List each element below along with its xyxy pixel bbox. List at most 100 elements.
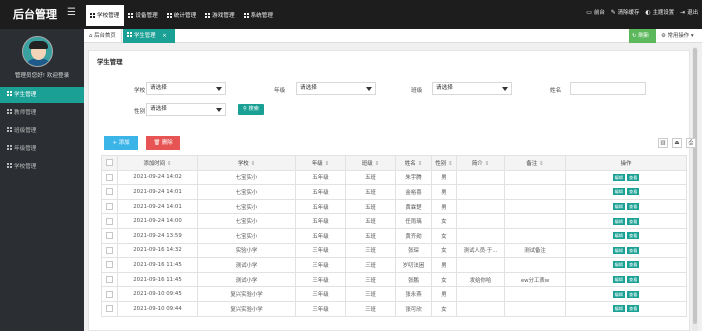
edit-button[interactable]: 编辑	[612, 276, 625, 284]
cell-time: 2021-09-10 09:45	[117, 286, 198, 302]
view-button[interactable]: 查看	[627, 173, 640, 181]
menu-toggle-icon[interactable]: ☰	[67, 7, 76, 18]
front-link[interactable]: ▭ 前台	[586, 8, 604, 17]
search-button[interactable]: ⚲ 搜索	[238, 104, 264, 115]
view-button[interactable]: 查看	[627, 246, 640, 254]
common-ops-dropdown[interactable]: ⚙ 常用操作 ▾	[658, 29, 702, 43]
scrollbar-thumb[interactable]	[693, 48, 697, 324]
edit-button[interactable]: 编辑	[612, 203, 625, 211]
view-button[interactable]: 查看	[627, 217, 640, 225]
sidebar-item-classes[interactable]: 班级管理	[0, 123, 84, 139]
cell-cls: 三班	[345, 271, 396, 288]
cell-actions: 编辑 查看	[565, 213, 687, 229]
sort-icon: ⇕	[539, 160, 544, 167]
cell-note	[504, 227, 566, 244]
cell-grade: 五年级	[295, 169, 346, 186]
cell-note: ew分工表w	[504, 271, 566, 288]
topnav-device[interactable]: 设备管理	[124, 5, 162, 26]
table-row: 2021-09-16 11:45 测试小学 三年级 三班 岁叨法困男 编辑 查看	[101, 257, 687, 273]
select-all-checkbox[interactable]	[101, 155, 118, 171]
row-checkbox[interactable]	[101, 271, 118, 288]
row-checkbox[interactable]	[101, 257, 118, 273]
edit-button[interactable]: 编辑	[612, 188, 625, 196]
print-icon[interactable]: ⎙	[686, 138, 696, 148]
edit-button[interactable]: 编辑	[612, 290, 625, 298]
tab-students[interactable]: 学生管理 ×	[123, 29, 175, 43]
cell-name: 金裕喜	[395, 184, 432, 200]
col-class[interactable]: 班级 ⇕	[345, 155, 396, 171]
row-checkbox[interactable]	[101, 227, 118, 244]
school-select[interactable]: 请选择	[146, 82, 226, 95]
col-school[interactable]: 学校 ⇕	[197, 155, 296, 171]
delete-button[interactable]: 🗑 删除	[146, 136, 180, 150]
cell-school: 七宝实小	[197, 184, 296, 200]
gender-select[interactable]: 请选择	[146, 103, 226, 116]
col-gender[interactable]: 性别 ⇕	[431, 155, 457, 171]
cell-cls: 三班	[345, 286, 396, 302]
edit-button[interactable]: 编辑	[612, 261, 625, 269]
col-note[interactable]: 备注 ⇕	[504, 155, 566, 171]
add-button[interactable]: + 添加	[104, 136, 138, 150]
view-button[interactable]: 查看	[627, 188, 640, 196]
view-button[interactable]: 查看	[627, 232, 640, 240]
tab-home[interactable]: ⌂ 后台首页	[85, 29, 122, 43]
topnav-school[interactable]: 学校管理	[86, 4, 125, 26]
row-checkbox[interactable]	[101, 169, 118, 186]
sort-icon: ⇕	[324, 160, 330, 167]
row-checkbox[interactable]	[101, 213, 118, 229]
edit-button[interactable]: 编辑	[612, 246, 625, 254]
class-select[interactable]: 请选择	[432, 82, 512, 95]
name-input[interactable]	[570, 82, 646, 95]
table-row: 2021-09-10 09:45 复兴实验小学 三年级 三班 张永燕男 编辑 查看	[101, 286, 687, 302]
cell-cls: 五班	[345, 184, 396, 200]
col-grade[interactable]: 年级 ⇕	[295, 155, 346, 171]
cell-actions: 编辑 查看	[565, 198, 687, 215]
cell-gender: 女	[431, 227, 457, 244]
cell-grade: 三年级	[295, 257, 346, 273]
cell-grade: 三年级	[295, 271, 346, 288]
sidebar-item-grades[interactable]: 年级管理	[0, 141, 84, 157]
view-button[interactable]: 查看	[627, 276, 640, 284]
row-checkbox[interactable]	[101, 286, 118, 302]
theme-settings-button[interactable]: ◐ 主题设置	[645, 8, 674, 17]
view-button[interactable]: 查看	[627, 203, 640, 211]
logout-button[interactable]: ⇥ 退出	[680, 8, 698, 17]
grade-select[interactable]: 请选择	[296, 82, 376, 95]
topnav-games[interactable]: 游戏管理	[201, 5, 239, 26]
edit-button[interactable]: 编辑	[612, 217, 625, 225]
row-checkbox[interactable]	[101, 242, 118, 259]
topnav-system[interactable]: 系统管理	[240, 5, 278, 26]
cell-cls: 三班	[345, 242, 396, 259]
export-icon[interactable]: ⏏	[672, 138, 682, 148]
clear-cache-button[interactable]: ✎ 清除缓存	[611, 8, 640, 17]
topnav-stats[interactable]: 统计管理	[163, 5, 201, 26]
close-icon[interactable]: ×	[162, 33, 167, 39]
cell-intro	[456, 286, 505, 302]
col-intro[interactable]: 简介 ⇕	[456, 155, 505, 171]
view-button[interactable]: 查看	[627, 305, 640, 313]
refresh-button[interactable]: ↻ 刷新	[629, 29, 656, 43]
col-name[interactable]: 姓名 ⇕	[395, 155, 432, 171]
row-checkbox[interactable]	[101, 184, 118, 200]
top-bar: 后台管理 ☰ 学校管理 设备管理 统计管理 游戏管理 系统管理 ▭ 前台 ✎ 清除缓…	[0, 0, 702, 29]
trash-icon: 🗑	[153, 140, 162, 146]
chevron-down-icon	[216, 108, 222, 112]
tab-bar: ⌂ 后台首页 学生管理 ×	[84, 29, 702, 43]
cell-school: 实验小学	[197, 242, 296, 259]
columns-icon[interactable]: ▥	[658, 138, 668, 148]
sidebar-item-teachers[interactable]: 教师管理	[0, 105, 84, 121]
edit-button[interactable]: 编辑	[612, 232, 625, 240]
sidebar-item-schools[interactable]: 学校管理	[0, 159, 84, 175]
logout-icon: ⇥	[680, 8, 686, 16]
row-checkbox[interactable]	[101, 300, 118, 317]
chevron-down-icon	[216, 87, 222, 91]
view-button[interactable]: 查看	[627, 290, 640, 298]
sidebar-item-students[interactable]: 学生管理	[0, 87, 84, 103]
col-time[interactable]: 添加时间 ⇕	[117, 155, 198, 171]
row-checkbox[interactable]	[101, 198, 118, 215]
view-button[interactable]: 查看	[627, 261, 640, 269]
cell-school: 七宝实小	[197, 227, 296, 244]
cell-cls: 五班	[345, 227, 396, 244]
edit-button[interactable]: 编辑	[612, 305, 625, 313]
edit-button[interactable]: 编辑	[612, 173, 625, 181]
